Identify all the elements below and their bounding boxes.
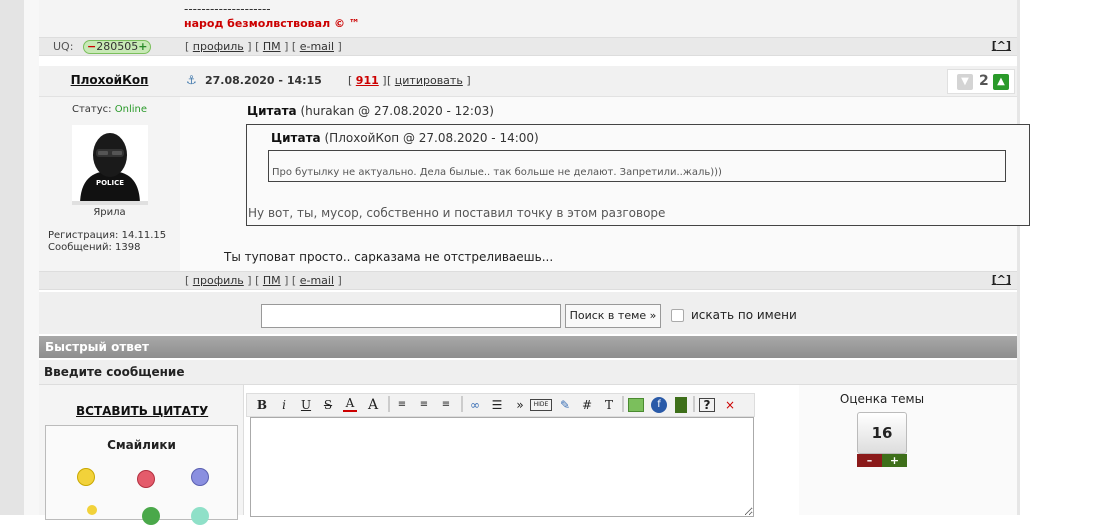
previous-post-links: [ профиль ] [ ПМ ] [ e-mail ] — [185, 40, 342, 53]
thumbs-up-icon[interactable]: ▲ — [993, 74, 1009, 90]
edit-icon[interactable]: ✎ — [557, 396, 573, 414]
user-stats: Регистрация: 14.11.15 Сообщений: 1398 — [48, 230, 166, 254]
left-gutter — [24, 0, 39, 515]
profile-link[interactable]: профиль — [193, 40, 244, 53]
previous-user-column — [39, 0, 180, 37]
signature-separator: -------------------- — [184, 2, 271, 16]
font-button[interactable]: T — [602, 396, 616, 414]
cite-link-wrap: [ цитировать ] — [387, 74, 471, 87]
bold-button[interactable]: B — [255, 396, 269, 414]
outer-quote-text: Ну вот, ты, мусор, собственно и поставил… — [248, 206, 666, 220]
smile-thumb-icon[interactable] — [87, 505, 97, 515]
close-icon[interactable]: × — [723, 396, 737, 414]
outer-quote-header: Цитата (hurakan @ 27.08.2020 - 12:03) — [247, 104, 494, 118]
uq-badge[interactable]: −280505+ — [83, 40, 152, 54]
to-top-link[interactable]: [^] — [992, 273, 1011, 286]
insert-quote-link[interactable]: ВСТАВИТЬ ЦИТАТУ — [76, 404, 208, 418]
smile-glasses-icon[interactable] — [77, 468, 95, 486]
avatar: POLICE — [72, 125, 148, 205]
smile-love-icon[interactable] — [137, 470, 155, 488]
uq-plus-icon[interactable]: + — [138, 40, 147, 53]
font-color-button[interactable]: A — [343, 396, 357, 412]
toolbar-divider — [693, 396, 695, 412]
uq-label: UQ: — [53, 40, 74, 53]
anchor-icon[interactable]: ⚓ — [186, 73, 197, 87]
user-status: Статус: Online — [72, 104, 147, 115]
post-author[interactable]: ПлохойКоп — [39, 73, 180, 87]
image-icon[interactable] — [628, 398, 644, 412]
to-top-link[interactable]: [^] — [992, 39, 1011, 52]
toolbar-divider — [388, 396, 390, 412]
topic-rating-label: Оценка темы — [839, 392, 925, 406]
quick-reply-header: Быстрый ответ — [39, 336, 1017, 358]
post-date: 27.08.2020 - 14:15 — [205, 74, 322, 87]
email-link[interactable]: e-mail — [300, 40, 334, 53]
smile-green-icon[interactable] — [142, 507, 160, 525]
inner-quote-header: Цитата (ПлохойКоп @ 27.08.2020 - 14:00) — [271, 131, 539, 145]
post-rating-count: 2 — [979, 73, 989, 89]
list-icon[interactable]: ☰ — [489, 396, 505, 414]
strike-button[interactable]: S — [321, 396, 335, 414]
post-message: Ты туповат просто.. сарказама не отстрел… — [224, 250, 554, 264]
underline-button[interactable]: U — [299, 396, 313, 414]
uq-value: 280505 — [96, 40, 139, 53]
hide-button[interactable]: HIDE — [530, 399, 552, 411]
search-by-name-label: искать по имени — [691, 308, 797, 322]
message-textarea[interactable] — [250, 417, 754, 517]
avatar-caption: Ярила — [93, 207, 126, 218]
post-header: ПлохойКоп ⚓ 27.08.2020 - 14:15 [ 911 ] [… — [39, 66, 1017, 97]
toolbar-divider — [622, 396, 624, 412]
pm-link[interactable]: ПМ — [263, 274, 281, 287]
topic-search-button[interactable]: Поиск в теме » — [565, 304, 661, 328]
cite-link[interactable]: цитировать — [395, 74, 463, 87]
previous-post-footer: UQ: −280505+ [ профиль ] [ ПМ ] [ e-mail… — [39, 37, 1017, 56]
quote-button[interactable]: » — [513, 396, 527, 414]
flash-icon[interactable]: f — [651, 397, 667, 413]
align-right-icon[interactable]: ≡ — [439, 396, 453, 414]
inner-quote-text: Про бутылку не актуально. Дела былые.. т… — [272, 167, 722, 178]
forum-page: -------------------- народ безмолвствова… — [39, 0, 1030, 525]
italic-button[interactable]: i — [277, 396, 291, 414]
pm-link[interactable]: ПМ — [263, 40, 281, 53]
status-online: Online — [114, 104, 147, 115]
rate-minus-button[interactable]: – — [857, 454, 882, 467]
rate-plus-button[interactable]: + — [882, 454, 907, 467]
help-button[interactable]: ? — [699, 398, 715, 412]
left-rail — [0, 0, 24, 515]
post-rating: ▼ 2 ▲ — [947, 69, 1015, 94]
police-avatar-icon: POLICE — [72, 125, 148, 205]
post-links: [ профиль ] [ ПМ ] [ e-mail ] — [185, 274, 342, 287]
post-footer: [ профиль ] [ ПМ ] [ e-mail ] [^] — [39, 271, 1017, 290]
post-number: [ 911 ] — [348, 74, 387, 87]
post-number-link[interactable]: 911 — [356, 74, 379, 87]
right-rail — [1017, 0, 1020, 515]
video-icon[interactable] — [675, 397, 687, 413]
search-by-name-checkbox[interactable] — [671, 309, 684, 322]
link-icon[interactable]: ∞ — [467, 396, 483, 414]
signature: народ безмолвствовал © ™ — [184, 17, 360, 30]
uq-minus-icon[interactable]: − — [87, 40, 96, 53]
svg-text:POLICE: POLICE — [96, 179, 124, 187]
topic-search-input[interactable] — [261, 304, 561, 328]
align-left-icon[interactable]: ≡ — [395, 396, 409, 414]
editor-toolbar: B i U S A A ≡ ≡ ≡ ∞ ☰ » HIDE ✎ # T f ? × — [246, 393, 755, 417]
smiles-title: Смайлики — [107, 438, 176, 452]
font-size-button[interactable]: A — [365, 396, 381, 414]
profile-link[interactable]: профиль — [193, 274, 244, 287]
smile-cyan-icon[interactable] — [191, 507, 209, 525]
thumbs-down-icon[interactable]: ▼ — [957, 74, 973, 90]
email-link[interactable]: e-mail — [300, 274, 334, 287]
quick-reply-subheader: Введите сообщение — [39, 360, 1017, 385]
previous-post-fragment: -------------------- народ безмолвствова… — [39, 0, 1017, 37]
toolbar-divider — [461, 396, 463, 412]
topic-rating-value: 16 — [857, 412, 907, 454]
registration-date: Регистрация: 14.11.15 — [48, 230, 167, 241]
align-center-icon[interactable]: ≡ — [417, 396, 431, 414]
smile-sad-icon[interactable] — [191, 468, 209, 486]
hash-button[interactable]: # — [580, 396, 594, 414]
message-count: Сообщений: 1398 — [48, 242, 141, 253]
